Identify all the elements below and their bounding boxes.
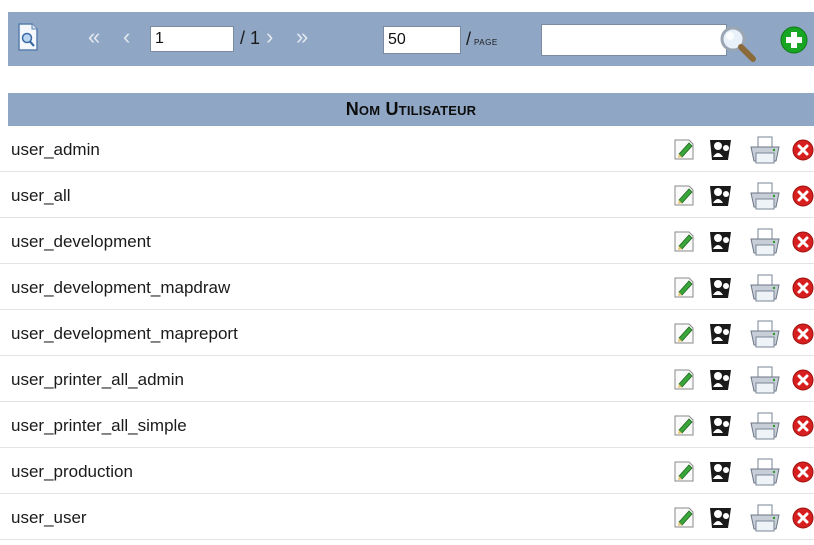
user-permissions-icon[interactable] <box>707 227 735 255</box>
per-page-label: / PAGE <box>466 29 498 53</box>
delete-icon[interactable] <box>792 231 814 253</box>
page-number-input[interactable] <box>150 26 234 52</box>
delete-icon[interactable] <box>792 139 814 161</box>
delete-icon[interactable] <box>792 369 814 391</box>
search-input[interactable] <box>541 24 727 56</box>
user-permissions-icon[interactable] <box>707 181 735 209</box>
username-cell[interactable]: user_development <box>11 232 151 252</box>
next-page-button[interactable]: › <box>266 24 273 50</box>
table-row: user_admin <box>0 126 814 172</box>
delete-icon[interactable] <box>792 507 814 529</box>
items-per-page-input[interactable] <box>383 26 461 54</box>
last-page-button[interactable]: » <box>296 24 308 50</box>
delete-icon[interactable] <box>792 323 814 345</box>
user-permissions-icon[interactable] <box>707 457 735 485</box>
user-list: user_admin user_all user_development user_d… <box>0 126 814 540</box>
per-page-word: PAGE <box>474 38 498 47</box>
edit-icon[interactable] <box>672 275 696 299</box>
printer-icon[interactable] <box>748 319 782 349</box>
username-cell[interactable]: user_user <box>11 508 87 528</box>
edit-icon[interactable] <box>672 321 696 345</box>
printer-icon[interactable] <box>748 457 782 487</box>
user-permissions-icon[interactable] <box>707 503 735 531</box>
printer-icon[interactable] <box>748 365 782 395</box>
per-page-slash: / <box>466 29 472 49</box>
user-permissions-icon[interactable] <box>707 411 735 439</box>
username-cell[interactable]: user_production <box>11 462 133 482</box>
table-row: user_development_mapdraw <box>0 264 814 310</box>
printer-icon[interactable] <box>748 227 782 257</box>
edit-icon[interactable] <box>672 505 696 529</box>
table-row: user_printer_all_simple <box>0 402 814 448</box>
username-cell[interactable]: user_development_mapdraw <box>11 278 230 298</box>
previous-page-button[interactable]: ‹ <box>123 24 130 50</box>
edit-icon[interactable] <box>672 413 696 437</box>
add-icon[interactable] <box>780 26 808 54</box>
user-permissions-icon[interactable] <box>707 273 735 301</box>
edit-icon[interactable] <box>672 367 696 391</box>
user-permissions-icon[interactable] <box>707 365 735 393</box>
table-row: user_production <box>0 448 814 494</box>
edit-icon[interactable] <box>672 137 696 161</box>
printer-icon[interactable] <box>748 273 782 303</box>
pagination-toolbar: « ‹ / 1 › » /PAGE <box>8 12 814 66</box>
username-cell[interactable]: user_printer_all_simple <box>11 416 187 436</box>
printer-icon[interactable] <box>748 411 782 441</box>
username-cell[interactable]: user_development_mapreport <box>11 324 238 344</box>
edit-icon[interactable] <box>672 459 696 483</box>
table-row: user_printer_all_admin <box>0 356 814 402</box>
column-header-username[interactable]: Nom Utilisateur <box>8 93 814 126</box>
delete-icon[interactable] <box>792 277 814 299</box>
delete-icon[interactable] <box>792 185 814 207</box>
delete-icon[interactable] <box>792 461 814 483</box>
search-icon[interactable] <box>716 22 760 66</box>
printer-icon[interactable] <box>748 135 782 165</box>
printer-icon[interactable] <box>748 181 782 211</box>
user-permissions-icon[interactable] <box>707 135 735 163</box>
delete-icon[interactable] <box>792 415 814 437</box>
table-row: user_user <box>0 494 814 540</box>
username-cell[interactable]: user_all <box>11 186 71 206</box>
table-row: user_development <box>0 218 814 264</box>
page-total: / 1 <box>240 28 261 48</box>
table-row: user_all <box>0 172 814 218</box>
first-page-button[interactable]: « <box>88 24 100 50</box>
username-cell[interactable]: user_admin <box>11 140 100 160</box>
username-cell[interactable]: user_printer_all_admin <box>11 370 184 390</box>
table-row: user_development_mapreport <box>0 310 814 356</box>
edit-icon[interactable] <box>672 229 696 253</box>
user-permissions-icon[interactable] <box>707 319 735 347</box>
page-view-icon[interactable] <box>17 23 39 51</box>
edit-icon[interactable] <box>672 183 696 207</box>
printer-icon[interactable] <box>748 503 782 533</box>
